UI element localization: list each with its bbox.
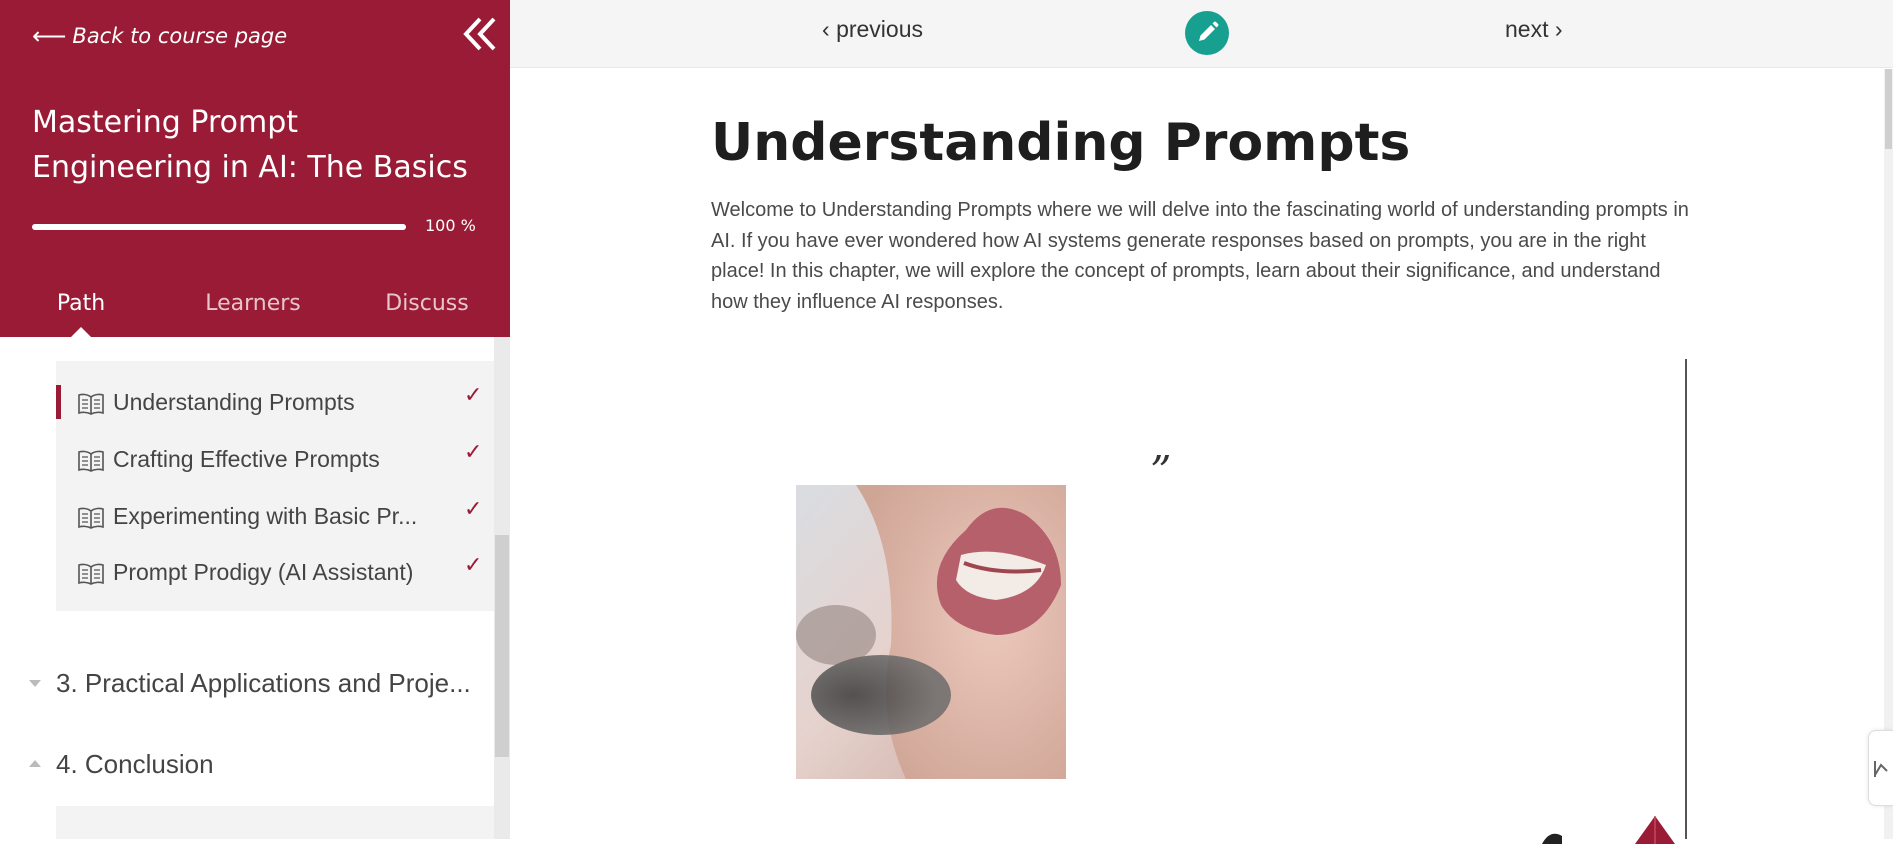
course-progress-bar bbox=[32, 224, 406, 230]
lesson-label: Experimenting with Basic Pr... bbox=[113, 503, 418, 529]
course-title: Mastering Prompt Engineering in AI: The … bbox=[32, 105, 468, 185]
progress-percent: 100 % bbox=[425, 216, 476, 235]
completed-check-icon: ✓ bbox=[464, 497, 483, 522]
course-sidebar: ⟵ Back to course page Mastering Prompt E… bbox=[0, 0, 510, 839]
back-to-course-link[interactable]: ⟵ Back to course page bbox=[32, 22, 287, 50]
chart-icon bbox=[1874, 761, 1888, 777]
previous-button[interactable]: ‹ previous bbox=[822, 16, 923, 43]
triangle-down-icon bbox=[29, 680, 41, 687]
open-book-icon bbox=[78, 563, 104, 585]
lesson-understanding-prompts[interactable]: Understanding Prompts ✓ bbox=[56, 381, 494, 425]
section-label: 4. Conclusion bbox=[56, 748, 214, 779]
completed-check-icon: ✓ bbox=[464, 383, 483, 408]
lesson-prompt-prodigy[interactable]: Prompt Prodigy (AI Assistant) ✓ bbox=[56, 551, 494, 595]
arrow-left-icon: ⟵ bbox=[32, 22, 67, 50]
progress-fill bbox=[32, 224, 406, 230]
vertical-divider bbox=[1685, 359, 1687, 839]
side-widget-tab[interactable] bbox=[1868, 730, 1893, 806]
quote-mark: ” bbox=[1150, 447, 1172, 496]
decorative-illustration bbox=[1542, 816, 1675, 844]
sidebar-header: ⟵ Back to course page Mastering Prompt E… bbox=[0, 0, 510, 337]
section-practical-applications[interactable]: 3. Practical Applications and Proje... bbox=[28, 663, 471, 703]
open-book-icon bbox=[78, 450, 104, 472]
tab-learners[interactable]: Learners bbox=[162, 285, 344, 337]
lesson-crafting-effective-prompts[interactable]: Crafting Effective Prompts ✓ bbox=[56, 438, 494, 482]
section-conclusion[interactable]: 4. Conclusion bbox=[28, 744, 214, 784]
sidebar-tabs: Path Learners Discuss bbox=[0, 285, 510, 337]
lesson-experimenting-with-basic-prompts[interactable]: Experimenting with Basic Pr... ✓ bbox=[56, 495, 494, 539]
conclusion-lesson-list bbox=[56, 806, 494, 839]
lesson-list: Understanding Prompts ✓ Crafting Effecti… bbox=[56, 361, 494, 611]
speaking-mouth-image bbox=[796, 485, 1066, 779]
intro-paragraph: Welcome to Understanding Prompts where w… bbox=[711, 199, 1689, 313]
lesson-navigation-bar: ‹ previous next › bbox=[510, 0, 1893, 68]
chevron-left-icon: ‹ bbox=[822, 16, 830, 42]
back-link-label: Back to course page bbox=[72, 24, 288, 48]
lesson-label: Prompt Prodigy (AI Assistant) bbox=[113, 559, 414, 585]
open-book-icon bbox=[78, 393, 104, 415]
lesson-label: Understanding Prompts bbox=[113, 389, 355, 415]
page-title: Understanding Prompts bbox=[711, 113, 1411, 173]
next-button[interactable]: next › bbox=[1505, 16, 1563, 43]
main-scrollbar-thumb[interactable] bbox=[1885, 69, 1892, 149]
chevron-right-icon: › bbox=[1554, 16, 1563, 42]
lesson-content: Understanding Prompts Welcome to Underst… bbox=[510, 69, 1893, 844]
completed-check-icon: ✓ bbox=[464, 553, 483, 578]
previous-label: previous bbox=[836, 16, 923, 42]
current-lesson-marker bbox=[56, 385, 61, 419]
edit-button[interactable] bbox=[1185, 11, 1229, 55]
next-label: next bbox=[1505, 16, 1549, 42]
pencil-icon bbox=[1199, 21, 1219, 41]
open-book-icon bbox=[78, 507, 104, 529]
triangle-up-icon bbox=[29, 760, 41, 767]
completed-check-icon: ✓ bbox=[464, 440, 483, 465]
lesson-label: Crafting Effective Prompts bbox=[113, 446, 380, 472]
double-chevron-left-icon bbox=[463, 17, 496, 51]
sidebar-scrollbar-thumb[interactable] bbox=[495, 535, 509, 757]
main-scrollbar[interactable] bbox=[1884, 69, 1893, 839]
tab-discuss[interactable]: Discuss bbox=[344, 285, 510, 337]
tab-path[interactable]: Path bbox=[0, 285, 162, 337]
section-label: 3. Practical Applications and Proje... bbox=[56, 667, 471, 698]
collapse-sidebar-button[interactable] bbox=[462, 14, 498, 54]
